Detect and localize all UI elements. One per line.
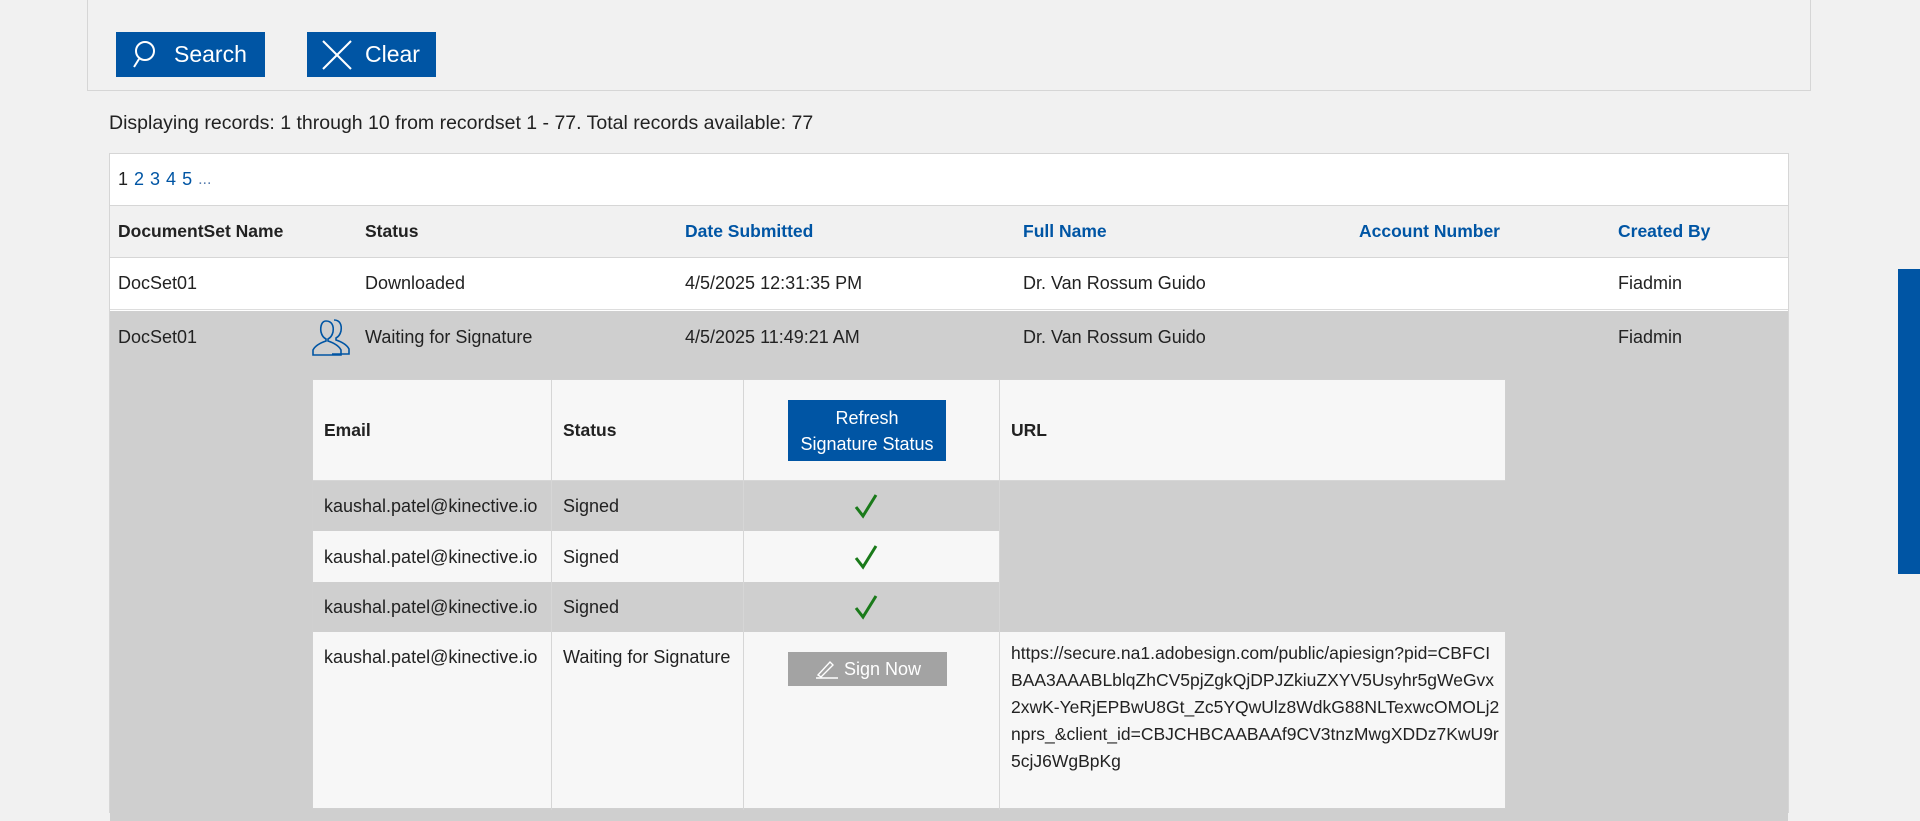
table-row[interactable]: DocSet01 Downloaded 4/5/2025 12:31:35 PM…	[110, 258, 1788, 310]
table-row[interactable]: DocSet01 Waiting for Signature 4/5/2025 …	[110, 311, 1788, 363]
cell-docset-name: DocSet01	[118, 273, 198, 293]
signer-email: kaushal.patel@kinective.io	[324, 646, 538, 667]
pager-current-page: 1	[118, 169, 129, 189]
column-divider	[551, 380, 552, 810]
cell-created-by: Fiadmin	[1618, 326, 1683, 347]
person-icon[interactable]	[310, 316, 354, 360]
cell-date-submitted: 4/5/2025 11:49:21 AM	[685, 326, 860, 347]
url-cell-empty	[1000, 481, 1506, 632]
signers-header-email: Email	[324, 419, 371, 440]
close-icon	[322, 39, 352, 70]
checkmark-icon	[853, 582, 879, 632]
cell-full-name: Dr. Van Rossum Guido	[1023, 326, 1206, 347]
cell-full-name: Dr. Van Rossum Guido	[1023, 273, 1206, 293]
refresh-button-line2: Signature Status	[800, 434, 934, 454]
signers-header-status: Status	[563, 419, 617, 440]
refresh-button-line1: Refresh	[835, 408, 899, 428]
cell-created-by: Fiadmin	[1618, 273, 1683, 293]
signer-email: kaushal.patel@kinective.io	[324, 596, 538, 617]
signer-row: kaushal.patel@kinective.io Signed	[313, 582, 999, 632]
header-full-name[interactable]: Full Name	[1023, 206, 1107, 257]
signer-status: Signed	[563, 546, 620, 567]
pager-page-link[interactable]: 4	[166, 169, 176, 190]
grid-header: DocumentSet Name Status Date Submitted F…	[110, 206, 1788, 258]
cell-docset-name: DocSet01	[118, 326, 198, 347]
records-info: Displaying records: 1 through 10 from re…	[109, 112, 814, 134]
signer-status: Signed	[563, 596, 620, 617]
signer-row: kaushal.patel@kinective.io Signed	[313, 532, 999, 582]
header-status: Status	[365, 221, 419, 241]
pager-page-link[interactable]: 2	[134, 169, 144, 190]
signer-status: Waiting for Signature	[563, 646, 731, 667]
checkmark-icon	[853, 481, 879, 531]
signers-header-url: URL	[1011, 419, 1047, 440]
column-divider	[743, 380, 744, 810]
header-account-number[interactable]: Account Number	[1359, 206, 1500, 257]
signers-header: Email Status URL Refresh Signature Statu…	[313, 380, 1505, 481]
sign-now-button[interactable]: Sign Now	[788, 652, 947, 686]
column-divider	[999, 380, 1000, 810]
signers-subtable: Email Status URL Refresh Signature Statu…	[312, 379, 1506, 810]
clear-button[interactable]: Clear	[307, 32, 436, 77]
signer-email: kaushal.patel@kinective.io	[324, 546, 538, 567]
side-panel-tab[interactable]	[1898, 269, 1920, 574]
pager-more-link[interactable]: ...	[198, 171, 211, 189]
header-docset-name: DocumentSet Name	[118, 221, 284, 241]
signer-email: kaushal.patel@kinective.io	[324, 495, 538, 516]
header-date-submitted[interactable]: Date Submitted	[685, 206, 813, 257]
search-button[interactable]: Search	[116, 32, 265, 77]
header-created-by[interactable]: Created By	[1618, 206, 1710, 257]
search-icon	[133, 40, 155, 68]
checkmark-icon	[853, 532, 879, 582]
cell-status: Downloaded	[365, 273, 466, 293]
pen-icon	[815, 660, 838, 679]
clear-button-label: Clear	[365, 41, 420, 67]
signer-status: Signed	[563, 495, 620, 516]
pager: 1 2 3 4 5 ...	[110, 154, 1788, 206]
cell-date-submitted: 4/5/2025 12:31:35 PM	[685, 273, 863, 293]
sign-now-label: Sign Now	[843, 658, 922, 679]
cell-status: Waiting for Signature	[365, 326, 533, 347]
signer-row: kaushal.patel@kinective.io Signed	[313, 481, 999, 531]
pager-page-link[interactable]: 5	[182, 169, 192, 190]
pager-page-link[interactable]: 3	[150, 169, 160, 190]
signing-url[interactable]: https://secure.na1.adobesign.com/public/…	[1000, 640, 1500, 775]
refresh-signature-status-button[interactable]: Refresh Signature Status	[788, 400, 946, 461]
search-button-label: Search	[174, 41, 247, 67]
